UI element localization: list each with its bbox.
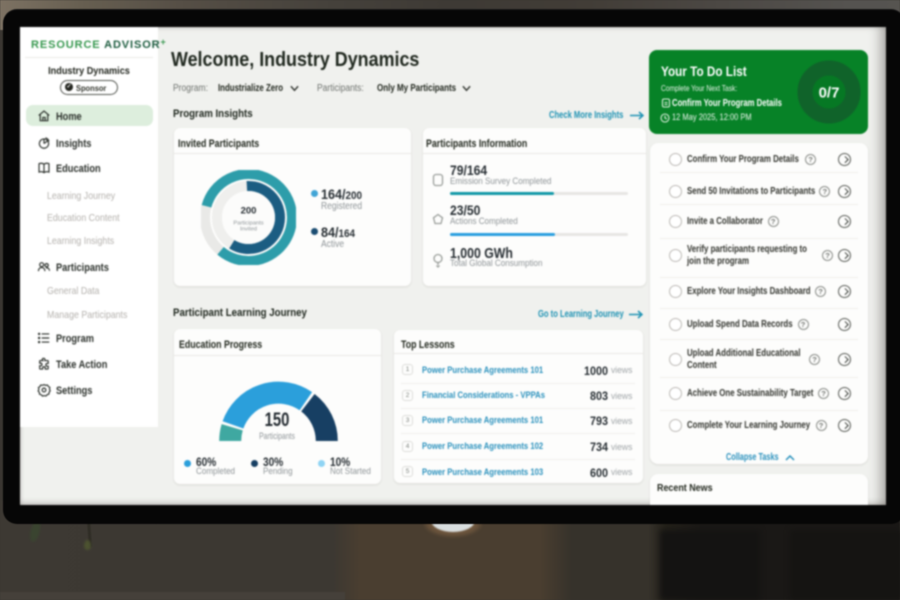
svg-text:0/7: 0/7 — [819, 84, 840, 101]
svg-text:Invited: Invited — [240, 227, 257, 233]
svg-text:200: 200 — [241, 206, 257, 217]
